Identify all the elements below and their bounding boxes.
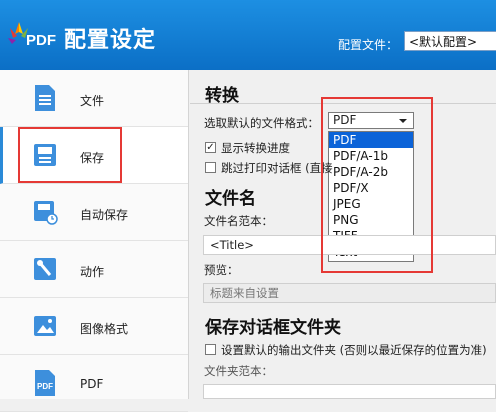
section-title-filename: 文件名 (205, 189, 256, 209)
sidebar-item-label: 动作 (80, 265, 105, 279)
app-header: PDF 配置设定 配置文件： <默认配置> (0, 0, 496, 70)
sidebar-item-action[interactable]: 动作 (0, 241, 188, 298)
highlight-box (321, 97, 433, 273)
section-title-save-dialog: 保存对话框文件夹 (205, 318, 341, 338)
window-title: 配置设定 (64, 28, 157, 53)
preview-label: 预览： (204, 263, 239, 277)
sidebar-item-label: PDF (80, 377, 104, 391)
wrench-icon (34, 258, 56, 280)
logo-text: PDF (26, 32, 56, 49)
format-label: 选取默认的文件格式： (204, 116, 319, 130)
pdf-icon: PDF (35, 370, 55, 396)
sidebar-item-label: 图像格式 (80, 322, 129, 336)
sidebar-item-file[interactable]: 文件 (0, 70, 188, 127)
skip-dialog-checkbox[interactable] (205, 162, 216, 173)
sidebar-item-autosave[interactable]: 自动保存 (0, 184, 188, 241)
profile-select[interactable]: <默认配置> (404, 31, 496, 51)
document-icon (35, 85, 55, 111)
highlight-box (18, 127, 122, 183)
sidebar-item-label: 文件 (80, 94, 105, 108)
skip-dialog-label: 跳过打印对话框 (直接 (221, 161, 333, 175)
folder-template-input[interactable] (203, 384, 496, 399)
default-output-label: 设置默认的输出文件夹 (否则以最近保存的位置为准) (221, 343, 487, 357)
show-progress-checkbox[interactable]: ✓ (205, 142, 216, 153)
folder-template-label: 文件夹范本： (204, 364, 273, 378)
sidebar-item-image-format[interactable]: 图像格式 (0, 298, 188, 355)
sidebar-item-label: 自动保存 (80, 208, 129, 222)
sidebar: 文件 保存 自动保存 动作 图像格式 PDF PDF (0, 70, 189, 412)
profile-label: 配置文件： (338, 38, 399, 52)
default-output-checkbox[interactable] (205, 344, 216, 355)
show-progress-label: 显示转换进度 (221, 141, 290, 155)
sidebar-item-pdf[interactable]: PDF PDF (0, 355, 188, 412)
filename-template-label: 文件名范本： (204, 214, 273, 228)
svg-text:PDF: PDF (37, 382, 53, 391)
auto-save-icon (34, 201, 58, 225)
preview-field: 标题来自设置 (203, 283, 496, 303)
image-icon (34, 316, 56, 336)
